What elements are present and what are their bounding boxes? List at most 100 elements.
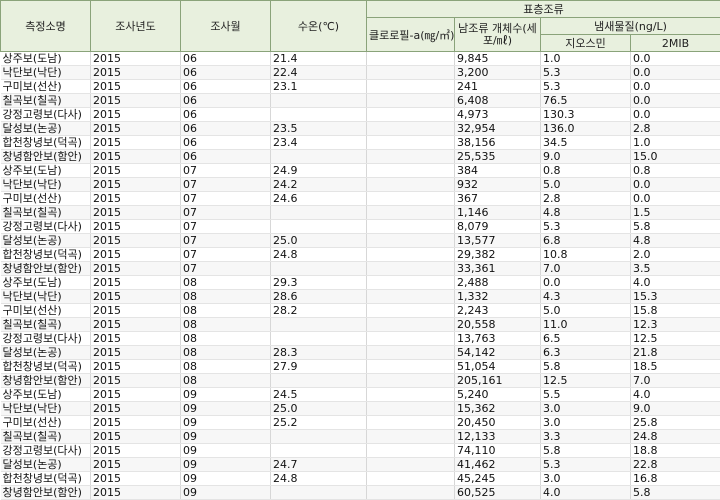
cell-geosmin: 5.3 [541,220,631,234]
table-row[interactable]: 강정고령보(다사)20150813,7636.512.5 [1,332,720,346]
cell-water-temp [271,206,367,220]
cell-month: 08 [181,374,271,388]
cell-water-temp: 25.2 [271,416,367,430]
table-row[interactable]: 칠곡보(칠곡)2015066,40876.50.0 [1,94,720,108]
table-row[interactable]: 강정고령보(다사)2015064,973130.30.0 [1,108,720,122]
header-bluegreen-count[interactable]: 남조류 개체수(세포/㎖) [455,18,541,52]
cell-site: 창녕함안보(함안) [1,374,91,388]
cell-2mib: 0.0 [631,66,720,80]
cell-water-temp: 29.3 [271,276,367,290]
cell-year: 2015 [91,416,181,430]
cell-bluegreen-count: 74,110 [455,444,541,458]
table-row[interactable]: 합천창녕보(덕곡)20150724.829,38210.82.0 [1,248,720,262]
table-row[interactable]: 구미보(선산)20150724.63672.80.0 [1,192,720,206]
header-2mib[interactable]: 2MIB [631,35,720,52]
cell-year: 2015 [91,108,181,122]
cell-2mib: 2.8 [631,122,720,136]
cell-site: 칠곡보(칠곡) [1,94,91,108]
table-row[interactable]: 창녕함안보(함안)20150733,3617.03.5 [1,262,720,276]
cell-site: 강정고령보(다사) [1,108,91,122]
cell-water-temp [271,332,367,346]
header-geosmin[interactable]: 지오스민 [541,35,631,52]
table-row[interactable]: 달성보(논공)20150828.354,1426.321.8 [1,346,720,360]
cell-chlorophyll [367,150,455,164]
table-row[interactable]: 강정고령보(다사)2015078,0795.35.8 [1,220,720,234]
table-row[interactable]: 칠곡보(칠곡)20150820,55811.012.3 [1,318,720,332]
table-row[interactable]: 합천창녕보(덕곡)20150827.951,0545.818.5 [1,360,720,374]
table-row[interactable]: 상주보(도남)20150924.55,2405.54.0 [1,388,720,402]
table-row[interactable]: 칠곡보(칠곡)20150912,1333.324.8 [1,430,720,444]
cell-site: 낙단보(낙단) [1,402,91,416]
cell-2mib: 4.0 [631,276,720,290]
cell-site: 상주보(도남) [1,52,91,66]
header-chlorophyll[interactable]: 클로로필-a(㎎/㎥) [367,18,455,52]
cell-month: 06 [181,80,271,94]
cell-site: 창녕함안보(함안) [1,486,91,500]
cell-year: 2015 [91,276,181,290]
header-year[interactable]: 조사년도 [91,1,181,52]
table-row[interactable]: 강정고령보(다사)20150974,1105.818.8 [1,444,720,458]
table-row[interactable]: 낙단보(낙단)20150724.29325.00.0 [1,178,720,192]
table-row[interactable]: 달성보(논공)20150725.013,5776.84.8 [1,234,720,248]
cell-bluegreen-count: 1,332 [455,290,541,304]
cell-year: 2015 [91,178,181,192]
table-row[interactable]: 구미보(선산)20150623.12415.30.0 [1,80,720,94]
table-row[interactable]: 상주보(도남)20150724.93840.80.8 [1,164,720,178]
cell-site: 강정고령보(다사) [1,444,91,458]
cell-2mib: 9.0 [631,402,720,416]
cell-chlorophyll [367,192,455,206]
cell-bluegreen-count: 367 [455,192,541,206]
table-row[interactable]: 구미보(선산)20150925.220,4503.025.8 [1,416,720,430]
cell-chlorophyll [367,486,455,500]
header-month[interactable]: 조사월 [181,1,271,52]
table-row[interactable]: 합천창녕보(덕곡)20150924.845,2453.016.8 [1,472,720,486]
table-row[interactable]: 달성보(논공)20150924.741,4625.322.8 [1,458,720,472]
cell-chlorophyll [367,66,455,80]
cell-month: 08 [181,290,271,304]
cell-month: 07 [181,178,271,192]
cell-geosmin: 6.8 [541,234,631,248]
cell-water-temp [271,94,367,108]
table-row[interactable]: 창녕함안보(함안)20150960,5254.05.8 [1,486,720,500]
cell-month: 08 [181,304,271,318]
cell-month: 08 [181,332,271,346]
cell-year: 2015 [91,444,181,458]
cell-2mib: 4.0 [631,388,720,402]
cell-year: 2015 [91,388,181,402]
cell-chlorophyll [367,52,455,66]
cell-water-temp: 24.8 [271,472,367,486]
cell-geosmin: 4.3 [541,290,631,304]
cell-water-temp [271,108,367,122]
table-row[interactable]: 합천창녕보(덕곡)20150623.438,15634.51.0 [1,136,720,150]
cell-year: 2015 [91,52,181,66]
header-water-temp[interactable]: 수온(℃) [271,1,367,52]
table-row[interactable]: 상주보(도남)20150829.32,4880.04.0 [1,276,720,290]
table-row[interactable]: 상주보(도남)20150621.49,8451.00.0 [1,52,720,66]
cell-chlorophyll [367,262,455,276]
cell-site: 강정고령보(다사) [1,220,91,234]
cell-geosmin: 9.0 [541,150,631,164]
cell-chlorophyll [367,360,455,374]
cell-chlorophyll [367,220,455,234]
cell-year: 2015 [91,122,181,136]
cell-month: 08 [181,346,271,360]
table-row[interactable]: 구미보(선산)20150828.22,2435.015.8 [1,304,720,318]
table-row[interactable]: 낙단보(낙단)20150828.61,3324.315.3 [1,290,720,304]
cell-year: 2015 [91,472,181,486]
table-row[interactable]: 창녕함안보(함안)201508205,16112.57.0 [1,374,720,388]
cell-bluegreen-count: 25,535 [455,150,541,164]
header-surface-algae: 표층조류 [367,1,720,18]
header-site[interactable]: 측정소명 [1,1,91,52]
table-row[interactable]: 달성보(논공)20150623.532,954136.02.8 [1,122,720,136]
table-row[interactable]: 창녕함안보(함안)20150625,5359.015.0 [1,150,720,164]
cell-bluegreen-count: 205,161 [455,374,541,388]
cell-bluegreen-count: 241 [455,80,541,94]
table-row[interactable]: 칠곡보(칠곡)2015071,1464.81.5 [1,206,720,220]
cell-water-temp: 23.4 [271,136,367,150]
cell-chlorophyll [367,472,455,486]
cell-geosmin: 4.8 [541,206,631,220]
table-row[interactable]: 낙단보(낙단)20150925.015,3623.09.0 [1,402,720,416]
cell-water-temp: 24.8 [271,248,367,262]
table-row[interactable]: 낙단보(낙단)20150622.43,2005.30.0 [1,66,720,80]
cell-bluegreen-count: 38,156 [455,136,541,150]
